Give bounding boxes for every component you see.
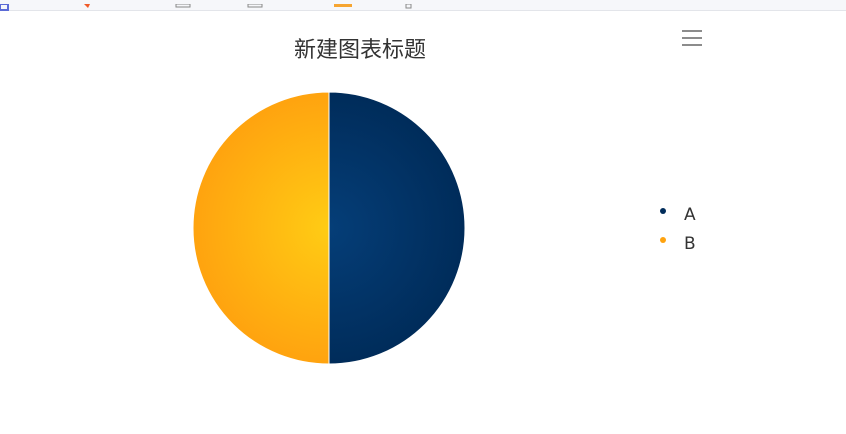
pie-chart xyxy=(192,91,466,365)
legend-dot-a xyxy=(660,208,666,214)
legend-label-b: B xyxy=(684,234,696,254)
legend-dot-b xyxy=(660,237,666,243)
legend-label-a: A xyxy=(684,205,696,225)
pie-slice-a[interactable] xyxy=(328,91,466,365)
pie-slices xyxy=(192,91,466,365)
pie-slice-b[interactable] xyxy=(192,91,330,365)
